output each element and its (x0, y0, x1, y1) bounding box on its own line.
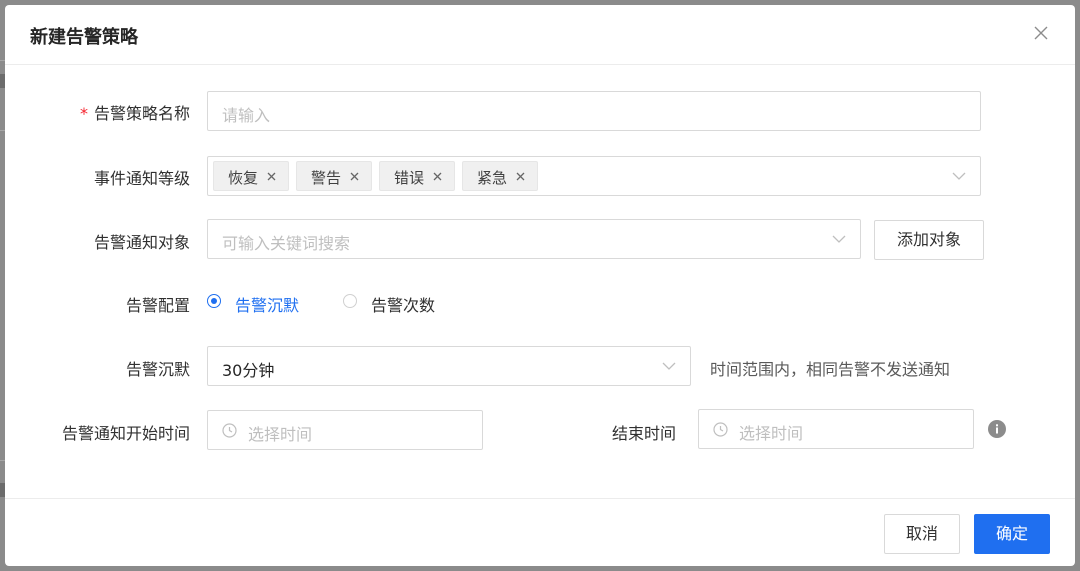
chevron-down-icon[interactable] (662, 361, 676, 371)
info-icon[interactable] (988, 420, 1006, 438)
notify-target-label: 告警通知对象 (93, 233, 190, 252)
event-level-label: 事件通知等级 (93, 169, 190, 188)
modal-header: 新建告警策略 (5, 5, 1075, 65)
confirm-button[interactable]: 确定 (974, 514, 1050, 554)
clock-icon (222, 423, 237, 438)
form-row-alert-config: 告警配置 告警沉默 告警次数 (5, 292, 1075, 316)
radio-alert-silence[interactable]: 告警沉默 (207, 292, 317, 315)
notify-end-time-picker[interactable]: 选择时间 (698, 409, 974, 449)
modal-footer: 取消 确定 (5, 498, 1075, 566)
notify-start-time-picker[interactable]: 选择时间 (207, 410, 483, 450)
notify-target-select[interactable]: 可输入关键词搜索 (207, 219, 861, 259)
policy-name-label: 告警策略名称 (80, 100, 190, 124)
chevron-down-icon[interactable] (952, 171, 966, 181)
tag-label: 错误 (394, 169, 425, 187)
radio-circle (207, 294, 221, 308)
tag-recover: 恢复 (213, 161, 289, 191)
notify-end-placeholder: 选择时间 (739, 424, 804, 443)
clock-icon (713, 422, 728, 437)
modal-title: 新建告警策略 (30, 27, 138, 48)
form-row-notify-time: 告警通知开始时间 选择时间 结束时间 选择时间 (5, 409, 1075, 452)
tag-close-icon[interactable] (267, 172, 276, 181)
radio-label: 告警沉默 (235, 296, 300, 315)
alert-config-label: 告警配置 (125, 296, 190, 315)
form-row-event-level: 事件通知等级 恢复 警告 错误 紧急 (5, 156, 1075, 198)
notify-target-placeholder: 可输入关键词搜索 (222, 234, 351, 253)
tag-error: 错误 (379, 161, 455, 191)
cancel-button[interactable]: 取消 (884, 514, 960, 554)
close-icon[interactable] (1033, 25, 1049, 41)
policy-name-placeholder: 请输入 (222, 106, 271, 125)
radio-label: 告警次数 (371, 296, 436, 315)
radio-circle (343, 294, 357, 308)
form-row-policy-name: 告警策略名称 请输入 (5, 91, 1075, 133)
alert-silence-select[interactable]: 30分钟 (207, 346, 691, 386)
tag-label: 紧急 (477, 169, 508, 187)
tag-warning: 警告 (296, 161, 372, 191)
chevron-down-icon[interactable] (832, 234, 846, 244)
notify-end-label: 结束时间 (612, 424, 677, 443)
form-row-notify-target: 告警通知对象 可输入关键词搜索 添加对象 (5, 219, 1075, 261)
notify-start-label: 告警通知开始时间 (61, 424, 190, 443)
add-target-button[interactable]: 添加对象 (874, 220, 984, 260)
tag-close-icon[interactable] (350, 172, 359, 181)
radio-alert-count[interactable]: 告警次数 (343, 292, 453, 315)
create-alert-policy-dialog: 新建告警策略 告警策略名称 请输入 事件通知等级 恢复 警告 错误 (5, 5, 1075, 566)
policy-name-input[interactable]: 请输入 (207, 91, 981, 131)
tag-close-icon[interactable] (516, 172, 525, 181)
alert-silence-value: 30分钟 (222, 361, 275, 380)
alert-silence-hint: 时间范围内，相同告警不发送通知 (710, 360, 951, 379)
alert-silence-label: 告警沉默 (125, 360, 190, 379)
tag-label: 恢复 (228, 169, 259, 187)
form-row-alert-silence: 告警沉默 30分钟 时间范围内，相同告警不发送通知 (5, 346, 1075, 388)
event-level-select[interactable]: 恢复 警告 错误 紧急 (207, 156, 981, 196)
tag-label: 警告 (311, 169, 342, 187)
tag-urgent: 紧急 (462, 161, 538, 191)
notify-start-placeholder: 选择时间 (248, 425, 313, 444)
tag-close-icon[interactable] (433, 172, 442, 181)
